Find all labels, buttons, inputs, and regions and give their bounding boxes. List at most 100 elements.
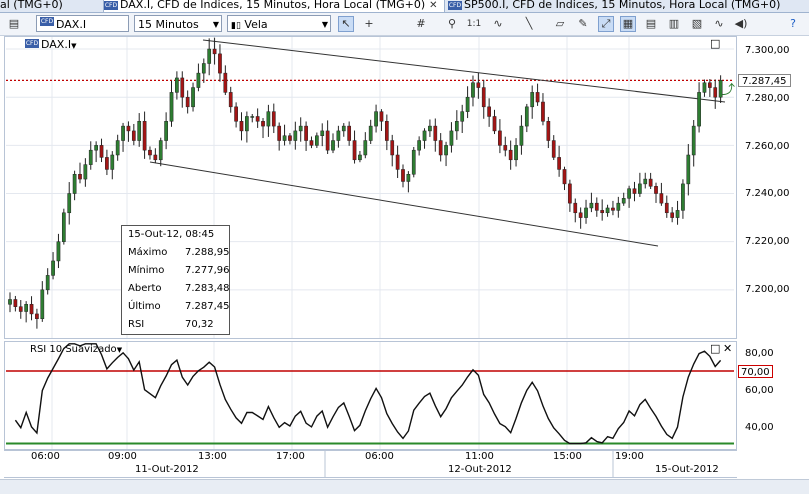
candle-body xyxy=(191,87,195,108)
candle-body xyxy=(115,140,120,156)
candle-body xyxy=(605,207,610,214)
candle-body xyxy=(105,157,109,170)
candle-body xyxy=(185,96,190,108)
candle-body xyxy=(169,92,174,122)
info-label: Último xyxy=(128,301,161,312)
candle-body xyxy=(72,174,77,194)
close-rsi-icon[interactable]: ✕ xyxy=(723,343,732,354)
time-label: 15:00 xyxy=(553,451,582,462)
rsi-title-text: RSI 10 Suavizado xyxy=(30,344,117,355)
candle-body xyxy=(638,183,642,194)
candle-body xyxy=(621,198,626,204)
candle-body xyxy=(460,111,465,122)
candle-body xyxy=(320,130,325,136)
candle-body xyxy=(212,48,217,55)
candle-body xyxy=(266,111,271,127)
info-row: Máximo 7.288,95 xyxy=(128,246,230,260)
chevron-down-icon: ▼ xyxy=(116,346,123,354)
candle-body xyxy=(207,48,212,64)
rsi-level-tag: 70,00 xyxy=(738,365,773,378)
candle-body xyxy=(137,121,142,141)
candle-body xyxy=(508,149,513,161)
candle-body xyxy=(454,121,459,132)
candle-body xyxy=(471,82,475,98)
candle-body xyxy=(352,140,357,161)
candle-body xyxy=(234,106,238,122)
candle-body xyxy=(131,130,136,141)
candle-body xyxy=(218,53,222,74)
info-label: Mínimo xyxy=(128,265,165,276)
candle-body xyxy=(562,169,567,185)
candle-body xyxy=(309,140,314,146)
date-label: 15-Out-2012 xyxy=(655,464,719,475)
candle-body xyxy=(8,299,12,305)
price-axis-label: 7.220,00 xyxy=(745,236,790,247)
candle-body xyxy=(61,212,66,242)
chevron-down-icon: ▼ xyxy=(71,42,77,50)
candle-body xyxy=(153,154,158,161)
candle-body xyxy=(551,140,556,158)
info-value: 70,32 xyxy=(185,319,214,330)
candle-body xyxy=(40,289,45,319)
time-label: 06:00 xyxy=(31,451,60,462)
candle-body xyxy=(277,125,282,141)
candle-body xyxy=(584,207,588,218)
chart-symbol-label[interactable]: CFD DAX.I▼ xyxy=(25,38,76,51)
candle-body xyxy=(175,77,179,93)
candle-body xyxy=(384,121,389,141)
candle-body xyxy=(250,116,255,118)
candle-body xyxy=(568,183,572,204)
candle-body xyxy=(347,125,352,141)
trend-lines xyxy=(149,39,726,247)
candle-body xyxy=(164,121,168,141)
candle-body xyxy=(691,125,696,156)
candle-body xyxy=(654,186,658,194)
maximize-rsi-icon[interactable]: □ xyxy=(710,343,720,354)
date-label: 11-Out-2012 xyxy=(135,464,199,475)
candle-body xyxy=(681,183,685,211)
rsi-indicator-title[interactable]: RSI 10 Suavizado▼ xyxy=(30,344,122,356)
candle-body xyxy=(535,92,540,103)
candle-body xyxy=(83,164,88,180)
candle-body xyxy=(600,210,605,214)
info-row: Aberto 7.283,48 xyxy=(128,282,230,296)
candle-body xyxy=(670,212,675,218)
cfd-icon: CFD xyxy=(25,39,39,48)
price-axis-label: 7.240,00 xyxy=(745,188,790,199)
candle-body xyxy=(13,299,18,307)
candle-body xyxy=(245,116,249,132)
time-label: 19:00 xyxy=(615,451,644,462)
info-label: RSI xyxy=(128,319,145,330)
candle-body xyxy=(24,304,29,312)
candle-body xyxy=(514,145,518,161)
maximize-chart-icon[interactable]: □ xyxy=(710,38,720,49)
candle-body xyxy=(465,96,470,112)
candle-body xyxy=(697,92,701,127)
candle-body xyxy=(664,202,669,214)
candle-body xyxy=(288,135,292,141)
candle-body xyxy=(503,145,508,151)
info-label: Aberto xyxy=(128,283,162,294)
candle-body xyxy=(336,130,341,141)
candle-body xyxy=(395,154,400,170)
candle-body xyxy=(487,106,491,117)
info-value: 7.283,48 xyxy=(185,283,230,294)
candle-body xyxy=(481,87,486,108)
candle-body xyxy=(110,154,115,170)
candle-body xyxy=(363,140,368,156)
candle-body xyxy=(158,140,163,161)
rsi-plot xyxy=(6,343,734,445)
candle-body xyxy=(126,125,131,132)
price-axis-label: 7.280,00 xyxy=(745,93,790,104)
candle-body xyxy=(67,193,72,214)
candle-body xyxy=(45,275,50,291)
candle-body xyxy=(530,92,535,108)
candle-body xyxy=(573,202,578,214)
candle-body xyxy=(444,145,448,156)
candle-body xyxy=(304,125,308,141)
time-label: 17:00 xyxy=(276,451,305,462)
time-label: 06:00 xyxy=(365,451,394,462)
rsi-axis-label: 80,00 xyxy=(745,348,774,359)
price-marker-icon[interactable]: ⤴ xyxy=(722,84,735,97)
time-label: 13:00 xyxy=(198,451,227,462)
